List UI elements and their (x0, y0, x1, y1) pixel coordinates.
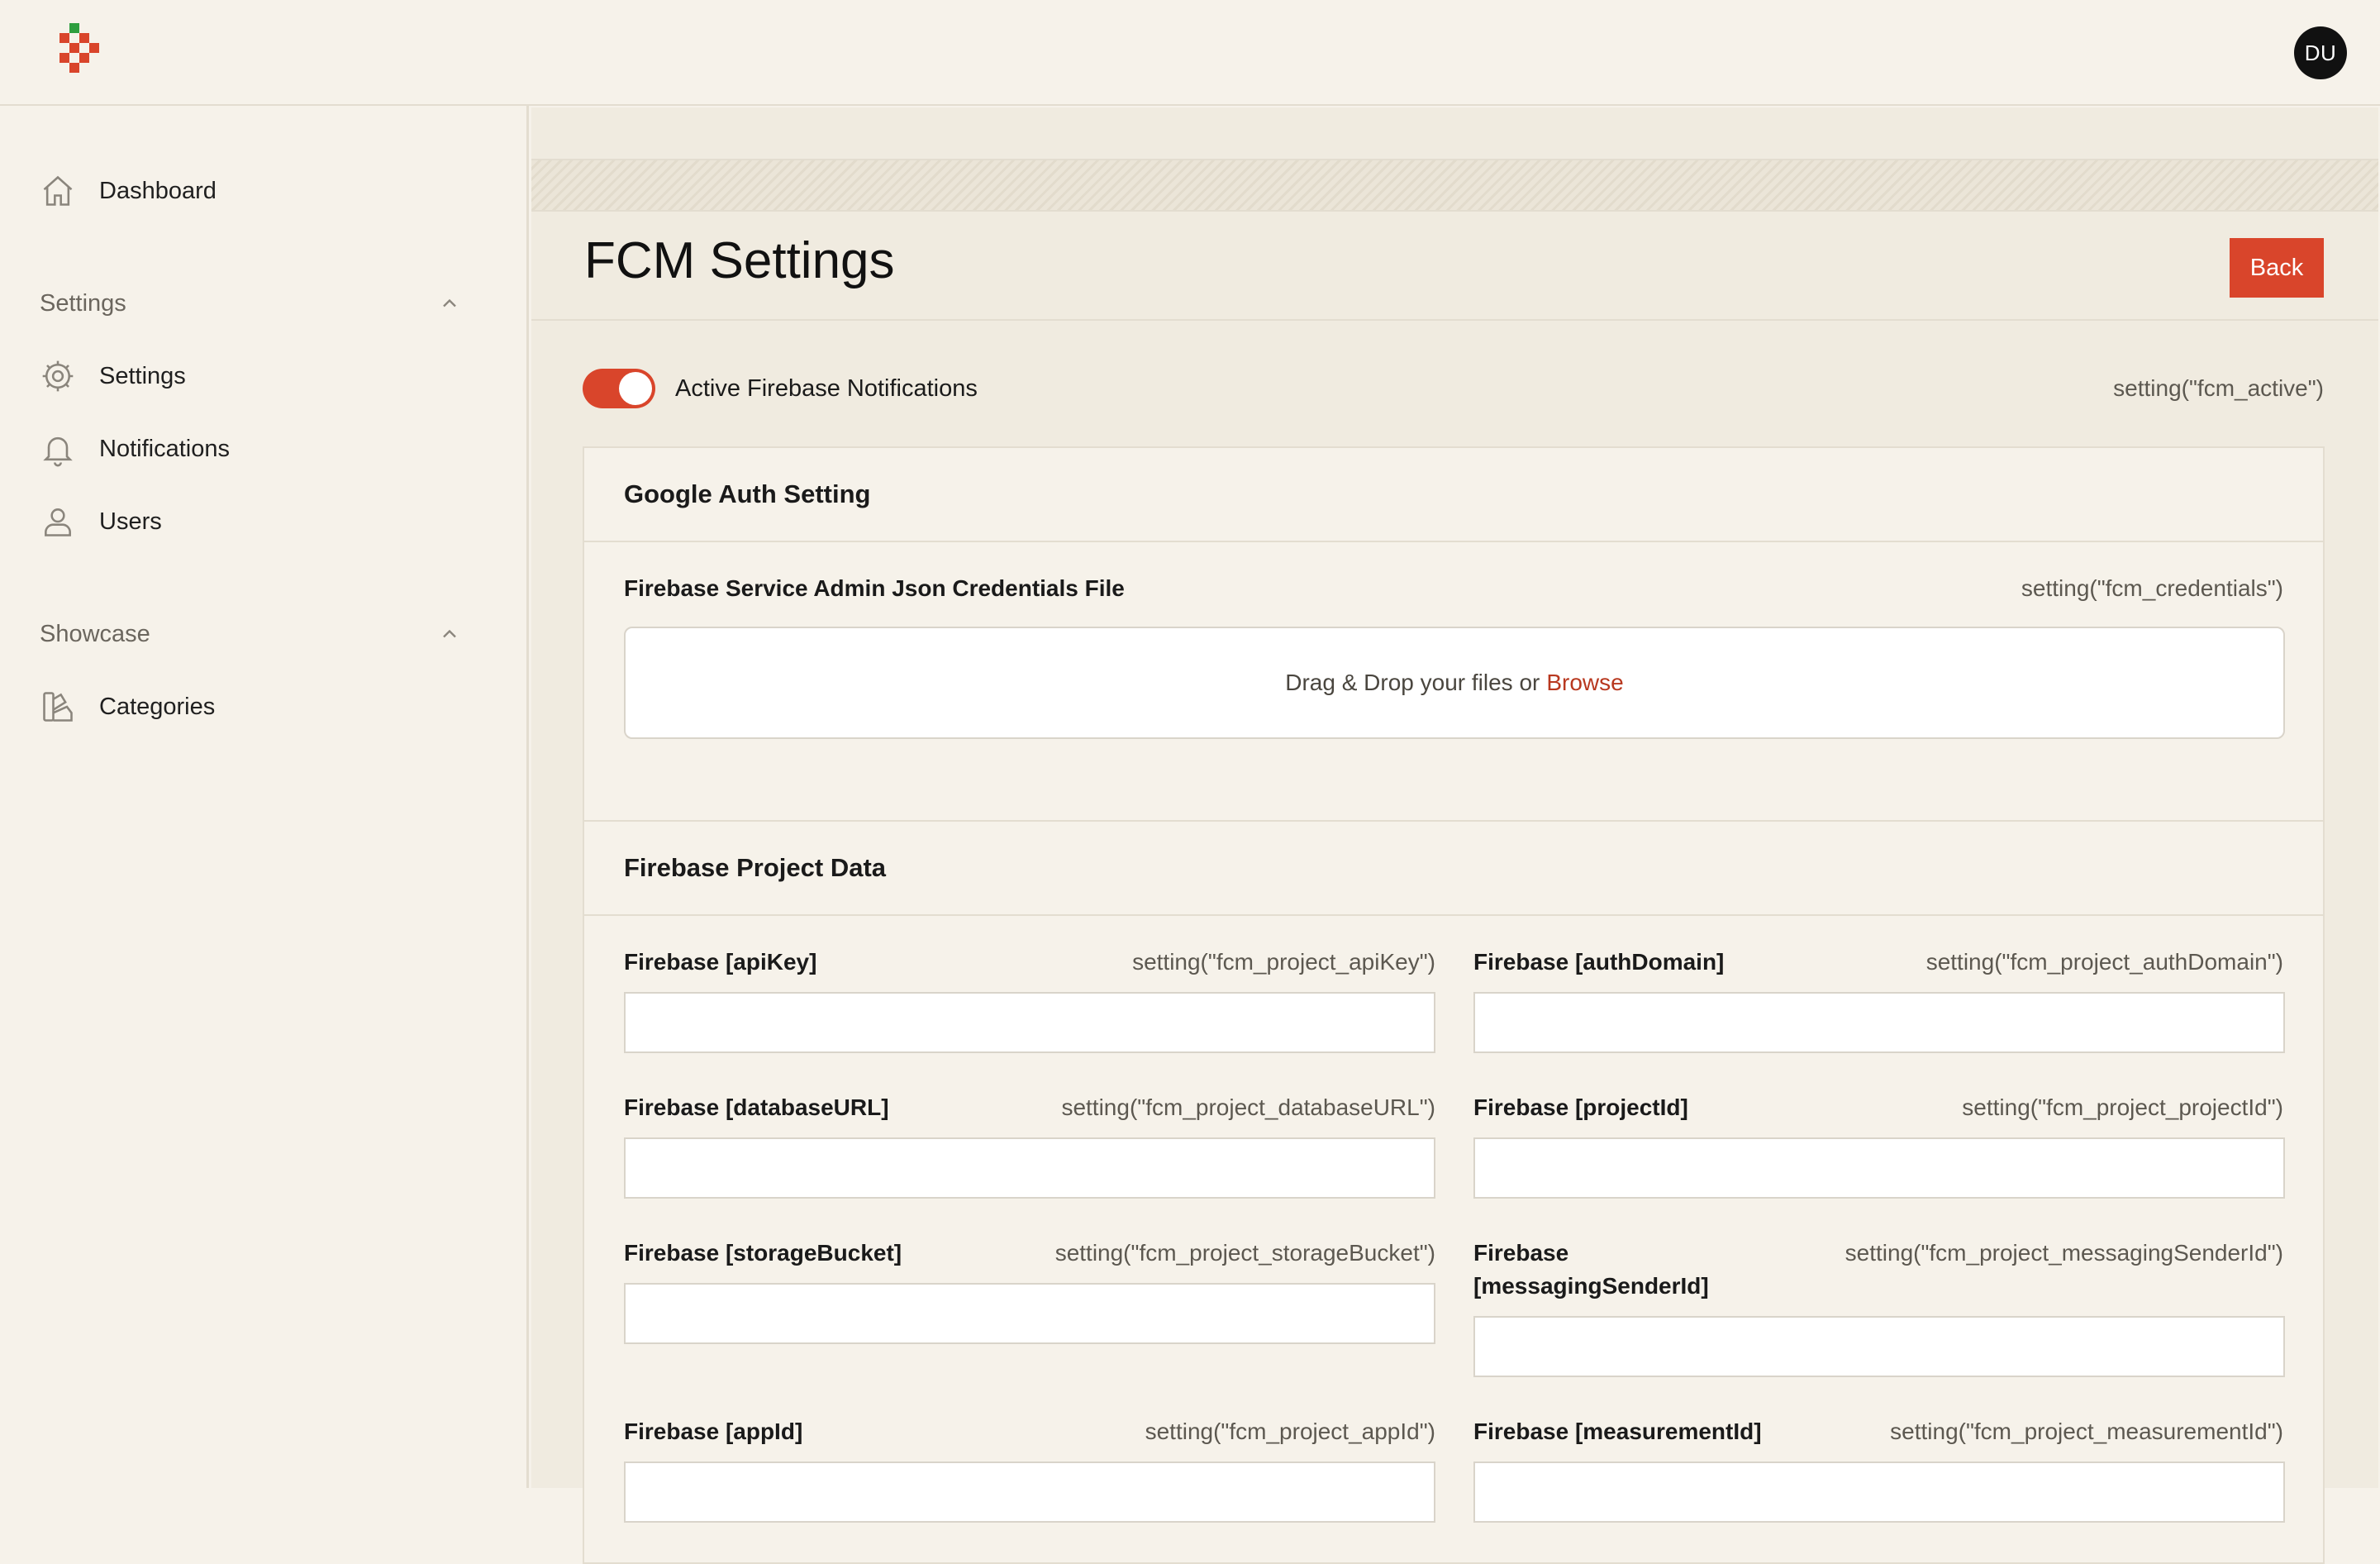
appid-label: Firebase [appId] (624, 1419, 803, 1444)
gear-icon (42, 360, 74, 392)
sidebar-section-label: Settings (40, 289, 126, 317)
page-title: FCM Settings (584, 232, 895, 289)
credentials-file-dropzone[interactable]: Drag & Drop your files or Browse (624, 627, 2285, 739)
sidebar-item-label: Users (99, 508, 162, 535)
browse-link[interactable]: Browse (1546, 670, 1623, 696)
top-bar: DU (0, 0, 2380, 106)
messagingsenderid-label: Firebase [messagingSenderId] (1473, 1240, 1709, 1299)
storagebucket-label: Firebase [storageBucket] (624, 1240, 902, 1266)
dropzone-text: Drag & Drop your files or (1285, 670, 1540, 695)
messagingsenderid-input[interactable] (1473, 1316, 2285, 1377)
apikey-input[interactable] (624, 992, 1435, 1053)
authdomain-label: Firebase [authDomain] (1473, 949, 1725, 975)
card-title: Google Auth Setting (584, 448, 2323, 542)
sidebar-item-users[interactable]: Users (40, 497, 469, 546)
sidebar: Dashboard Settings Settings Notification… (0, 106, 529, 1488)
fcm-active-toggle[interactable] (583, 369, 655, 408)
projectid-input[interactable] (1473, 1137, 2285, 1199)
databaseurl-input[interactable] (624, 1137, 1435, 1199)
decorative-stripe (531, 159, 2378, 212)
sidebar-section-showcase[interactable]: Showcase (40, 613, 461, 655)
chevron-up-icon (443, 629, 456, 638)
sidebar-item-notifications[interactable]: Notifications (40, 424, 469, 474)
firebase-project-card: Firebase Project Data Firebase [apiKey] … (583, 820, 2325, 1564)
card-title: Firebase Project Data (584, 822, 2323, 916)
user-avatar[interactable]: DU (2294, 26, 2347, 79)
home-icon (43, 175, 73, 206)
user-icon (45, 508, 71, 536)
measurementid-hint: setting("fcm_project_measurementId") (1890, 1419, 2283, 1444)
messagingsenderid-hint: setting("fcm_project_messagingSenderId") (1844, 1240, 2283, 1266)
toggle-knob (619, 372, 652, 405)
chevron-up-icon (443, 298, 456, 308)
databaseurl-hint: setting("fcm_project_databaseURL") (1061, 1094, 1435, 1120)
authdomain-hint: setting("fcm_project_authDomain") (1925, 949, 2283, 975)
divider (531, 319, 2378, 321)
authdomain-input[interactable] (1473, 992, 2285, 1053)
apikey-label: Firebase [apiKey] (624, 949, 817, 975)
categories-icon (43, 692, 73, 722)
bell-icon (43, 436, 73, 467)
sidebar-item-dashboard[interactable]: Dashboard (40, 166, 469, 216)
storagebucket-input[interactable] (624, 1283, 1435, 1344)
apikey-hint: setting("fcm_project_apiKey") (1132, 949, 1435, 975)
toggle-hint: setting("fcm_active") (2113, 375, 2324, 401)
sidebar-item-categories[interactable]: Categories (40, 682, 469, 732)
measurementid-label: Firebase [measurementId] (1473, 1419, 1762, 1444)
sidebar-item-label: Categories (99, 693, 216, 720)
sidebar-item-label: Dashboard (99, 177, 217, 204)
appid-hint: setting("fcm_project_appId") (1145, 1419, 1435, 1444)
sidebar-item-label: Notifications (99, 435, 230, 462)
main-content: FCM Settings Back Active Firebase Notifi… (531, 107, 2378, 1564)
toggle-label: Active Firebase Notifications (675, 375, 978, 402)
sidebar-item-settings[interactable]: Settings (40, 351, 469, 401)
measurementid-input[interactable] (1473, 1461, 2285, 1523)
appid-input[interactable] (624, 1461, 1435, 1523)
sidebar-item-label: Settings (99, 362, 186, 389)
credentials-file-label: Firebase Service Admin Json Credentials … (624, 575, 1125, 601)
back-button[interactable]: Back (2230, 238, 2324, 298)
storagebucket-hint: setting("fcm_project_storageBucket") (1054, 1240, 1435, 1266)
databaseurl-label: Firebase [databaseURL] (624, 1094, 889, 1120)
sidebar-section-settings[interactable]: Settings (40, 283, 461, 324)
projectid-label: Firebase [projectId] (1473, 1094, 1688, 1120)
credentials-file-hint: setting("fcm_credentials") (2021, 575, 2283, 601)
sidebar-section-label: Showcase (40, 620, 150, 647)
brand-logo-icon[interactable] (55, 23, 104, 83)
projectid-hint: setting("fcm_project_projectId") (1962, 1094, 2283, 1120)
